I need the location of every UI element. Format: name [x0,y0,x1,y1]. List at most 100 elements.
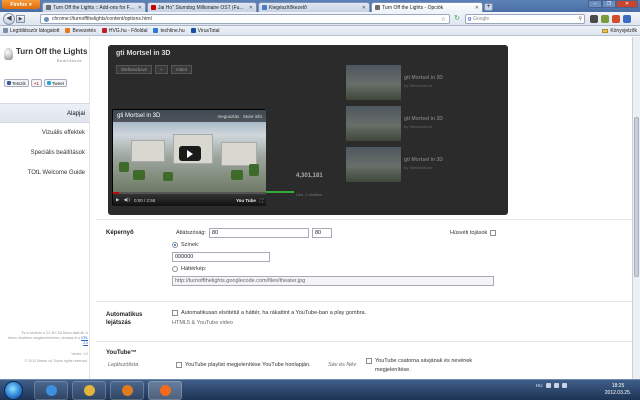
sidebar: Turn Off the Lights Beállítások Tetszik … [0,37,90,379]
new-tab-button[interactable]: + [484,3,493,11]
url-bar[interactable]: chrome://turnoffthelights/content/option… [40,14,450,24]
taskbar-app-ie[interactable] [34,381,68,400]
video-controls: ▶ ◀)) 0:00 / 2:58 You Tube ⛶ [113,194,266,206]
page-scrollbar[interactable] [632,37,640,379]
related-video[interactable]: gti Mortsel in 3D by StefanvdLive [346,65,501,103]
volume-icon[interactable] [561,383,567,388]
bookmark-hvg[interactable]: HVG.hu - Főoldal [101,27,148,34]
bookmark-label: VirusTotal [197,27,220,34]
minimize-icon[interactable]: – [588,0,602,8]
fullscreen-icon[interactable]: ⛶ [260,198,263,203]
version-text: Verzió: 1.0 [71,352,88,356]
google-icon[interactable]: g [468,16,471,22]
firefox-menu-button[interactable]: Firefox ▾ [2,0,40,9]
play-icon[interactable] [179,146,201,161]
color-option-row: Színek: [172,242,199,248]
close-window-icon[interactable]: ✕ [616,0,638,8]
twitter-icon [46,81,51,85]
color-radio[interactable] [172,242,178,248]
facebook-like-button[interactable]: Tetszik [4,79,29,87]
background-url-input[interactable]: http://turnoffthelights.googlecode.com/f… [172,276,494,286]
bookmark-label: HVG.hu - Főoldal [108,27,148,34]
tab-addon-manager[interactable]: Kiegészítőkezelő ✕ [258,2,370,12]
playlist-checkbox[interactable] [176,362,182,368]
social-buttons: Tetszik +1 Tweet [4,79,67,87]
tab-youtube[interactable]: Jai Ho" Slumdog Millionaire OST (Fu... ✕ [147,2,257,12]
bookmark-label: Legtöbbször látogatott [10,27,60,34]
channel-button[interactable]: StefanvdLive [116,65,153,74]
close-icon[interactable]: ✕ [249,5,253,11]
bookmark-icon [3,28,8,33]
facebook-icon [7,81,11,85]
video-thumbnail [346,65,401,100]
back-button[interactable]: ◀ [3,13,15,25]
play-control-icon[interactable]: ▶ [116,197,119,203]
home-icon[interactable] [612,15,620,23]
tweet-label: Tweet [51,80,64,86]
volume-icon[interactable]: ◀)) [123,197,129,203]
close-icon[interactable]: ✕ [138,5,142,11]
opacity-value-input[interactable]: 80 [311,228,332,238]
language-indicator[interactable]: HU [536,383,543,388]
sidebar-item-basics[interactable]: Alapjai [0,103,90,123]
videos-button[interactable]: Videó [170,65,193,74]
start-button[interactable] [4,381,23,400]
tweet-button[interactable]: Tweet [43,79,67,87]
youtube-section: YouTube™ Lejátszólista YouTube playlist … [96,341,632,379]
scrollbar-thumb[interactable] [634,117,639,277]
video-share-link[interactable]: megosztás [217,114,239,119]
sidebar-item-advanced[interactable]: Speciális beállítások [0,143,90,163]
background-radio[interactable] [172,266,178,272]
taskbar-app-media[interactable] [110,381,144,400]
addon-icon[interactable] [601,15,609,23]
color-input-row: 000000 [172,252,270,262]
bookmark-intro[interactable]: Bevezetés [65,28,96,34]
related-sub: by StefanvdLive [404,124,433,129]
tray-arrow-icon[interactable] [545,383,551,388]
color-input[interactable]: 000000 [172,252,270,262]
sidebar-footer: Ez a szoftver a CC-BY-SA licenc alatt ál… [4,331,88,364]
tab-options[interactable]: Turn Off the Lights - Opciók ✕ [371,2,483,12]
bookmark-techline[interactable]: techline.hu [153,28,185,34]
related-video[interactable]: gti Mortsel in 3D by StefanvdLive [346,106,501,144]
name-heading-row: Sáv és Név [328,362,356,368]
bookmarks-menu[interactable]: Könyvjelzők [602,28,637,34]
taskbar-clock[interactable]: 18:25 2012.03.25. [600,383,636,397]
taskbar-app-firefox[interactable] [148,381,182,400]
google-plus-button[interactable]: +1 [30,79,42,87]
bookmark-icon [190,28,196,33]
star-icon[interactable]: ☆ [441,16,446,23]
taskbar-app-explorer[interactable] [72,381,106,400]
close-icon[interactable]: ✕ [475,5,479,11]
sidebar-item-visual-effects[interactable]: Vizuális effektek [0,123,90,143]
autoplay-checkbox[interactable] [172,310,178,316]
easter-eggs-checkbox[interactable] [490,230,497,236]
video-more-info-link[interactable]: More info [243,114,262,119]
network-icon[interactable] [553,383,559,388]
search-input[interactable]: g Google ⚲ [465,14,585,24]
video-title[interactable]: gti Mortsel in 3D [117,113,160,119]
subscribe-button[interactable]: + [155,65,168,74]
opacity-input[interactable]: 80 [208,228,309,238]
related-title: gti Mortsel in 3D [404,75,443,81]
close-icon[interactable]: ✕ [362,5,366,11]
bookmark-virustotal[interactable]: VirusTotal [190,27,220,34]
restore-icon[interactable]: ❐ [602,0,616,8]
channel-name-row: YouTube csatorna sávjának és nevének [366,358,472,364]
lamp-addon-icon[interactable] [590,15,598,23]
tab-addons[interactable]: Turn Off the Lights :: Add-ons for Fire.… [42,2,146,12]
playlist-label: YouTube playlist megjelenítése YouTube h… [185,362,311,368]
sidebar-item-welcome-guide[interactable]: TOtL Welcome Guide [0,163,90,183]
youtube-logo-icon[interactable]: You Tube [236,198,256,203]
forward-button[interactable]: ▶ [16,15,25,23]
url-text: chrome://turnoffthelights/content/option… [52,16,152,22]
channel-name-checkbox[interactable] [366,358,372,364]
bookmark-most-visited[interactable]: Legtöbbször látogatott [3,28,59,34]
video-player[interactable]: gti Mortsel in 3D megosztás More info ▶ … [112,109,266,206]
download-icon[interactable] [623,15,631,23]
refresh-icon[interactable]: ↻ [452,14,462,24]
search-icon[interactable]: ⚲ [578,16,582,22]
license-link[interactable]: GPL 2.0 [81,336,88,345]
related-video[interactable]: gti Mortsel in 3D by StefanvdLive [346,147,501,185]
license-text: licenc részletes megismeréséhez, olvassa… [8,336,80,340]
